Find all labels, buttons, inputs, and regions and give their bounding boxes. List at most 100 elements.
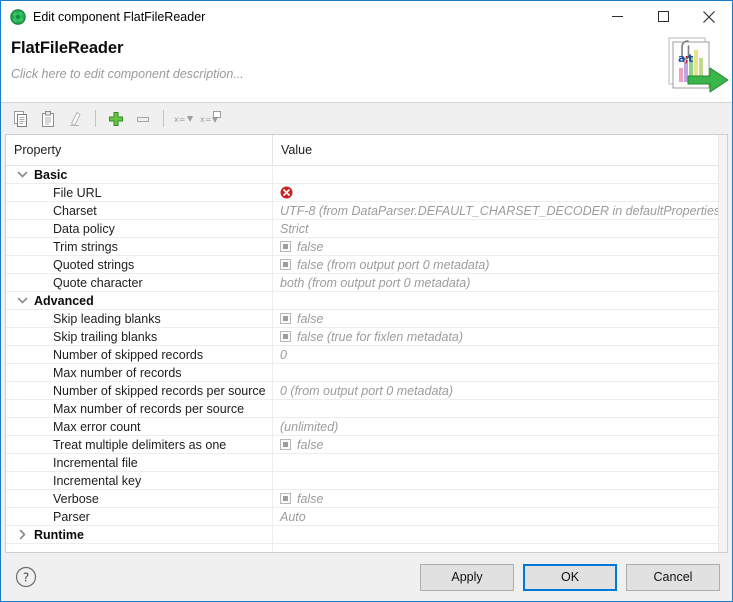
table-row[interactable]: Advanced [6,292,727,310]
assign-variable-dialog-icon[interactable]: x= [198,107,223,131]
table-row[interactable]: Number of skipped records per source0 (f… [6,382,727,400]
value-cell[interactable]: false [272,310,727,327]
table-row[interactable]: Basic [6,166,727,184]
property-cell[interactable]: Parser [6,508,272,525]
property-label: Skip leading blanks [53,312,161,326]
value-cell[interactable]: false (true for fixlen metadata) [272,328,727,345]
property-cell[interactable]: Quoted strings [6,256,272,273]
property-label: Basic [34,168,67,182]
value-cell[interactable] [272,454,727,471]
property-label: Runtime [34,528,84,542]
value-checkbox[interactable] [280,331,291,342]
property-cell[interactable]: Treat multiple delimiters as one [6,436,272,453]
value-checkbox[interactable] [280,313,291,324]
value-cell[interactable] [272,184,727,201]
value-cell[interactable]: both (from output port 0 metadata) [272,274,727,291]
value-cell[interactable]: 0 (from output port 0 metadata) [272,382,727,399]
value-cell[interactable]: false [272,436,727,453]
property-cell[interactable]: Charset [6,202,272,219]
table-row[interactable]: Data policy Strict [6,220,727,238]
property-cell[interactable]: Incremental key [6,472,272,489]
table-row[interactable]: Verbosefalse [6,490,727,508]
value-checkbox[interactable] [280,259,291,270]
table-row[interactable]: CharsetUTF-8 (from DataParser.DEFAULT_CH… [6,202,727,220]
value-checkbox[interactable] [280,241,291,252]
remove-icon[interactable] [130,107,155,131]
value-checkbox[interactable] [280,439,291,450]
value-cell[interactable] [272,526,727,543]
assign-variable-icon[interactable]: x= [171,107,196,131]
property-cell[interactable]: Number of skipped records per source [6,382,272,399]
property-cell[interactable]: Quote character [6,274,272,291]
property-cell[interactable]: Max error count [6,418,272,435]
property-cell[interactable]: Number of skipped records [6,346,272,363]
table-row[interactable]: Runtime [6,526,727,544]
value-cell[interactable] [272,292,727,309]
value-cell[interactable]: false [272,238,727,255]
value-cell[interactable]: (unlimited) [272,418,727,435]
property-cell[interactable]: Basic [6,166,272,183]
table-row[interactable]: Incremental key [6,472,727,490]
value-cell[interactable] [272,472,727,489]
property-cell[interactable]: Incremental file [6,454,272,471]
table-row[interactable]: Number of skipped records0 [6,346,727,364]
value-cell[interactable]: UTF-8 (from DataParser.DEFAULT_CHARSET_D… [272,202,727,219]
vertical-scrollbar[interactable] [718,135,727,552]
property-cell[interactable]: Skip leading blanks [6,310,272,327]
table-row[interactable]: Skip trailing blanks false (true for fixl… [6,328,727,346]
property-cell[interactable]: Runtime [6,526,272,543]
property-cell[interactable]: Trim strings [6,238,272,255]
table-row[interactable]: Trim stringsfalse [6,238,727,256]
properties-table: Property Value Basic File URLCharsetUTF-8… [5,134,728,553]
value-cell[interactable]: 0 [272,346,727,363]
ok-button[interactable]: OK [523,564,617,591]
cancel-button[interactable]: Cancel [626,564,720,591]
column-header-property[interactable]: Property [6,143,272,157]
property-label: Parser [53,510,90,524]
table-row[interactable]: Incremental file [6,454,727,472]
close-button[interactable] [686,1,732,32]
value-cell[interactable]: false (from output port 0 metadata) [272,256,727,273]
value-checkbox[interactable] [280,493,291,504]
property-label: Incremental file [53,456,138,470]
table-row[interactable]: Max error count(unlimited) [6,418,727,436]
apply-button[interactable]: Apply [420,564,514,591]
property-cell[interactable]: Max number of records [6,364,272,381]
table-row[interactable]: File URL [6,184,727,202]
property-cell[interactable]: Verbose [6,490,272,507]
add-icon[interactable] [103,107,128,131]
chevron-right-icon[interactable] [16,528,29,541]
column-header-value[interactable]: Value [272,135,727,165]
clear-icon[interactable] [62,107,87,131]
table-row[interactable]: Skip leading blanks false [6,310,727,328]
table-row[interactable]: Treat multiple delimiters as one false [6,436,727,454]
property-label: Data policy [53,222,115,236]
table-row[interactable]: Max number of records [6,364,727,382]
property-cell[interactable]: Data policy [6,220,272,237]
chevron-down-icon[interactable] [16,168,29,181]
property-cell[interactable]: Advanced [6,292,272,309]
chevron-down-icon[interactable] [16,294,29,307]
maximize-button[interactable] [640,1,686,32]
table-row[interactable]: Parser Auto [6,508,727,526]
paste-icon[interactable] [35,107,60,131]
value-cell[interactable]: Strict [272,220,727,237]
value-cell[interactable]: Auto [272,508,727,525]
copy-icon[interactable] [8,107,33,131]
value-cell[interactable] [272,364,727,381]
value-label: false [297,438,323,452]
value-cell[interactable] [272,400,727,417]
property-cell[interactable]: Max number of records per source [6,400,272,417]
table-row[interactable]: Quoted stringsfalse (from output port 0 … [6,256,727,274]
help-question-icon[interactable]: ? [15,566,37,588]
value-label: false (true for fixlen metadata) [297,330,463,344]
property-cell[interactable]: File URL [6,184,272,201]
minimize-button[interactable] [594,1,640,32]
table-row[interactable]: Max number of records per source [6,400,727,418]
dialog-footer: ? Apply OK Cancel [1,553,732,601]
component-description-field[interactable]: Click here to edit component description… [11,67,244,81]
table-row[interactable]: Quote characterboth (from output port 0 … [6,274,727,292]
value-cell[interactable] [272,166,727,183]
value-cell[interactable]: false [272,490,727,507]
property-cell[interactable]: Skip trailing blanks [6,328,272,345]
